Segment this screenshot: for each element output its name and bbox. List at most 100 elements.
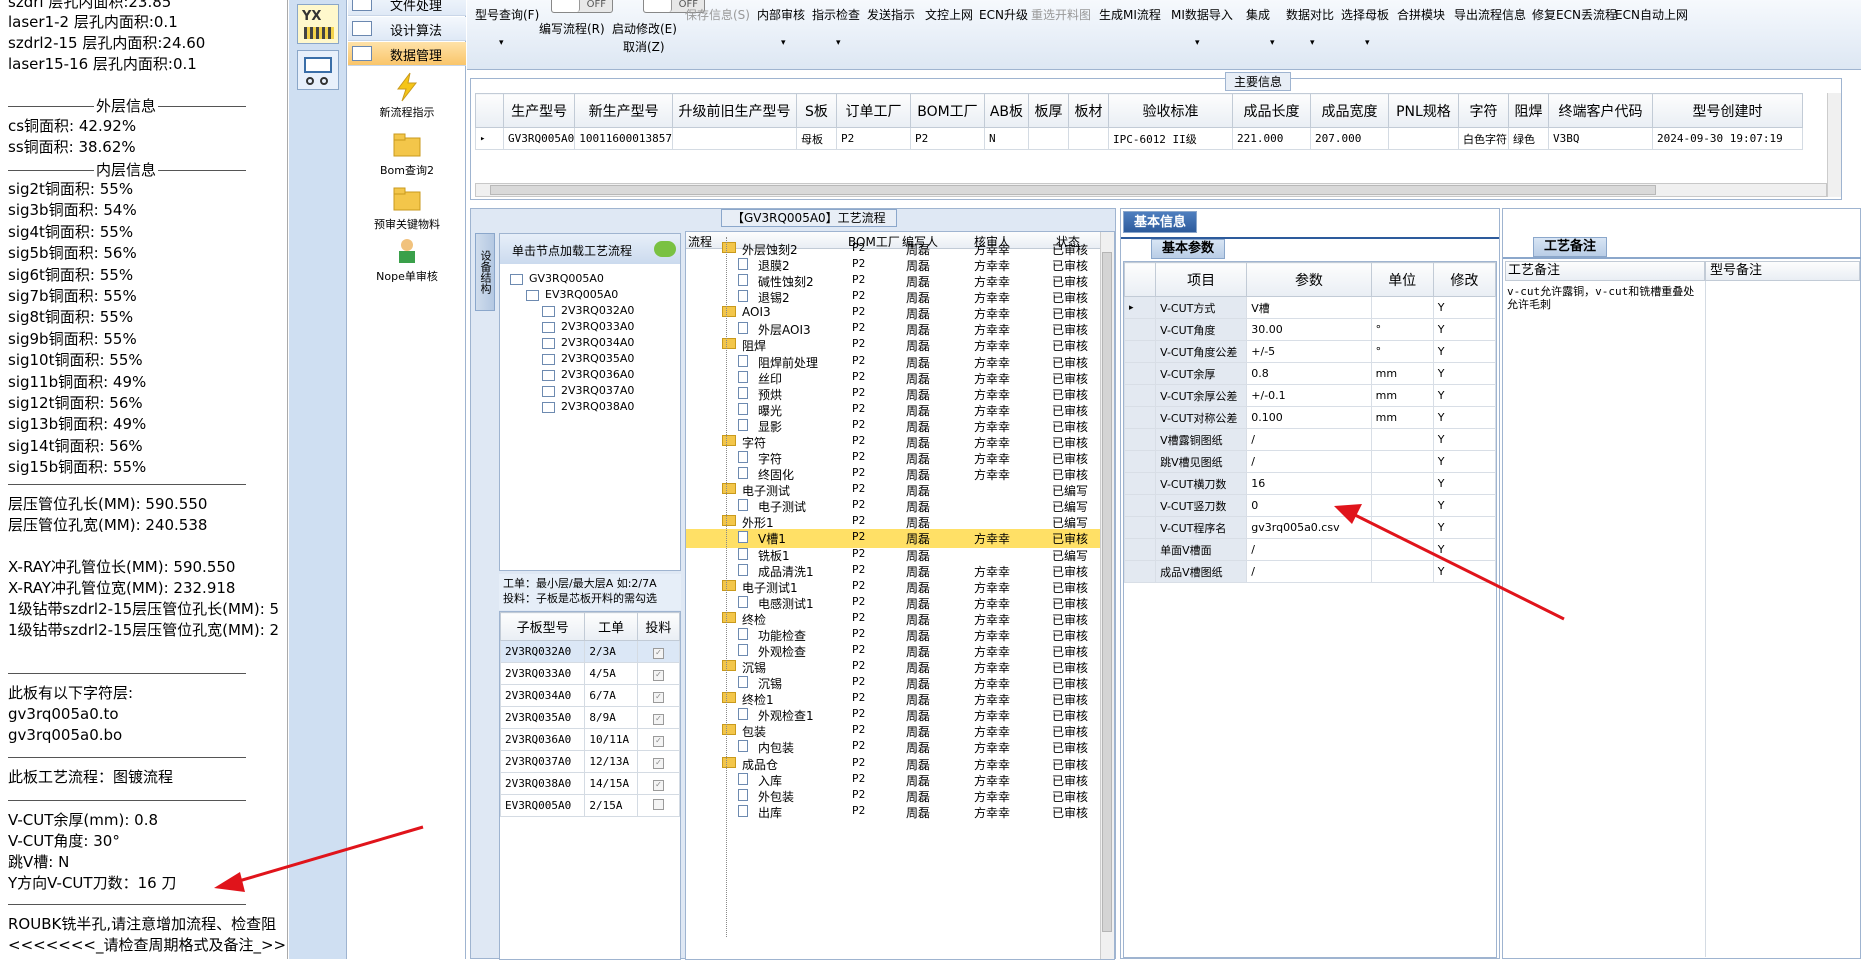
- table-row[interactable]: 2V3RQ036A0 10/11A ✓: [499, 728, 681, 751]
- toolbar-button-9[interactable]: ECN升级: [979, 6, 1028, 23]
- column-header[interactable]: 生产型号: [502, 93, 576, 128]
- column-header[interactable]: 投料: [636, 612, 681, 641]
- column-header[interactable]: 字符: [1457, 93, 1509, 128]
- table-row[interactable]: ▸ GV3RQ005A0 10011600013857 母板 P2 P2 N IPC-6012…: [475, 127, 1803, 150]
- param-unit[interactable]: mm: [1370, 406, 1434, 429]
- dropdown-arrow-icon[interactable]: ▾: [1270, 38, 1275, 48]
- param-value[interactable]: 30.00: [1246, 318, 1372, 341]
- main-info-hscrollbar[interactable]: [475, 183, 1827, 197]
- table-row[interactable]: 2V3RQ035A0 8/9A ✓: [499, 706, 681, 729]
- feed-checkbox[interactable]: ✓: [652, 691, 664, 703]
- sub-board-id[interactable]: 2V3RQ034A0: [499, 684, 586, 707]
- table-cell[interactable]: 绿色: [1507, 127, 1549, 150]
- column-header[interactable]: 成品宽度: [1309, 93, 1389, 128]
- column-header[interactable]: BOM工厂: [909, 93, 985, 128]
- param-editable[interactable]: Y: [1432, 428, 1497, 451]
- param-value[interactable]: /: [1246, 428, 1372, 451]
- table-row[interactable]: 2V3RQ033A0 4/5A ✓: [499, 662, 681, 685]
- tree-node[interactable]: 2V3RQ034A0: [542, 336, 634, 349]
- toolbar-button-19[interactable]: ECN自动上网: [1615, 6, 1688, 23]
- param-unit[interactable]: [1370, 560, 1434, 583]
- param-editable[interactable]: Y: [1432, 384, 1497, 407]
- column-header[interactable]: 板厚: [1027, 93, 1069, 128]
- column-header[interactable]: 阻焊: [1507, 93, 1549, 128]
- tool-user-check[interactable]: Nope单审核: [348, 236, 466, 284]
- nav-item-0[interactable]: 文件处理: [348, 0, 466, 16]
- table-cell[interactable]: [1027, 127, 1069, 150]
- table-cell[interactable]: 10011600013857: [574, 127, 673, 150]
- table-row[interactable]: 跳V槽见图纸 / Y: [1123, 450, 1497, 473]
- tab-basic-info[interactable]: 基本信息: [1123, 211, 1198, 233]
- column-header[interactable]: 验收标准: [1107, 93, 1233, 128]
- tools-module-icon[interactable]: [297, 50, 339, 90]
- table-row[interactable]: 2V3RQ032A0 2/3A ✓: [499, 640, 681, 663]
- param-editable[interactable]: Y: [1432, 340, 1497, 363]
- table-cell[interactable]: P2: [835, 127, 911, 150]
- tool-folder-search[interactable]: Bom查询2: [348, 130, 466, 178]
- table-row[interactable]: ▸ V-CUT方式 V槽 Y: [1123, 296, 1497, 319]
- table-cell[interactable]: P2: [909, 127, 985, 150]
- param-editable[interactable]: Y: [1432, 472, 1497, 495]
- toolbar-button-4[interactable]: 保存信息(S): [685, 6, 750, 23]
- toolbar-button-5[interactable]: 内部审核: [757, 6, 805, 23]
- param-value[interactable]: /: [1246, 538, 1372, 561]
- param-value[interactable]: /: [1246, 560, 1372, 583]
- param-editable[interactable]: Y: [1432, 450, 1497, 473]
- column-header[interactable]: 新生产型号: [574, 93, 673, 128]
- feed-checkbox[interactable]: ✓: [652, 757, 664, 769]
- column-header[interactable]: PNL规格: [1387, 93, 1459, 128]
- sub-board-id[interactable]: 2V3RQ032A0: [499, 640, 586, 663]
- table-row[interactable]: 2V3RQ037A0 12/13A ✓: [499, 750, 681, 773]
- edit-toggle-switch[interactable]: OFF: [551, 0, 613, 13]
- flow-vscrollbar[interactable]: [1100, 232, 1114, 959]
- toolbar-button-15[interactable]: 选择母板: [1341, 6, 1389, 23]
- param-value[interactable]: +/-5: [1246, 340, 1372, 363]
- column-header[interactable]: 单位: [1370, 262, 1434, 297]
- feed-checkbox[interactable]: ✓: [652, 669, 664, 681]
- param-value[interactable]: 16: [1246, 472, 1372, 495]
- param-value[interactable]: +/-0.1: [1246, 384, 1372, 407]
- table-row[interactable]: V-CUT竖刀数 0 Y: [1123, 494, 1497, 517]
- table-row[interactable]: V槽露铜图纸 / Y: [1123, 428, 1497, 451]
- dropdown-arrow-icon[interactable]: ▾: [1195, 38, 1200, 48]
- work-order[interactable]: 6/7A: [584, 684, 638, 707]
- table-cell[interactable]: 白色字符: [1457, 127, 1509, 150]
- table-cell[interactable]: V3BQ: [1547, 127, 1653, 150]
- tool-folder[interactable]: 预审关键物料: [348, 184, 466, 232]
- column-header[interactable]: 终端客户代码: [1547, 93, 1653, 128]
- feed-checkbox[interactable]: ✓: [652, 779, 664, 791]
- column-header[interactable]: 订单工厂: [835, 93, 911, 128]
- tool-lightning[interactable]: 新流程指示: [348, 72, 466, 120]
- param-unit[interactable]: °: [1370, 318, 1434, 341]
- work-order[interactable]: 4/5A: [584, 662, 638, 685]
- table-row[interactable]: V-CUT对称公差 0.100 mm Y: [1123, 406, 1497, 429]
- param-unit[interactable]: mm: [1370, 362, 1434, 385]
- nav-item-2[interactable]: 数据管理: [348, 42, 466, 66]
- table-cell[interactable]: N: [983, 127, 1029, 150]
- tree-node[interactable]: 2V3RQ035A0: [542, 352, 634, 365]
- toolbar-button-17[interactable]: 导出流程信息: [1454, 6, 1526, 23]
- param-value[interactable]: 0.8: [1246, 362, 1372, 385]
- table-cell[interactable]: 母板: [795, 127, 837, 150]
- toolbar-button-18[interactable]: 修复ECN丢流程: [1532, 6, 1617, 23]
- main-info-vscrollbar[interactable]: [1827, 93, 1841, 197]
- work-order[interactable]: 14/15A: [584, 772, 638, 795]
- table-row[interactable]: V-CUT余厚公差 +/-0.1 mm Y: [1123, 384, 1497, 407]
- tree-node[interactable]: 2V3RQ036A0: [542, 368, 634, 381]
- table-row[interactable]: V-CUT角度 30.00 ° Y: [1123, 318, 1497, 341]
- process-remark-text[interactable]: v-cut允许露铜，v-cut和铣槽重叠处允许毛刺: [1507, 285, 1697, 311]
- param-unit[interactable]: mm: [1370, 384, 1434, 407]
- table-row[interactable]: EV3RQ005A0 2/15A: [499, 794, 681, 817]
- feed-checkbox[interactable]: ✓: [652, 647, 664, 659]
- table-row[interactable]: V-CUT余厚 0.8 mm Y: [1123, 362, 1497, 385]
- column-header[interactable]: 成品长度: [1231, 93, 1311, 128]
- tree-node[interactable]: 2V3RQ038A0: [542, 400, 634, 413]
- structure-side-tab[interactable]: 设备结构: [475, 233, 495, 311]
- param-unit[interactable]: [1370, 472, 1434, 495]
- toolbar-button-2[interactable]: 启动修改(E): [612, 20, 677, 37]
- toolbar-button-12[interactable]: MI数据导入: [1171, 6, 1233, 23]
- work-order[interactable]: 2/3A: [584, 640, 638, 663]
- param-value[interactable]: 0.100: [1246, 406, 1372, 429]
- param-editable[interactable]: Y: [1432, 296, 1497, 319]
- dropdown-arrow-icon[interactable]: ▾: [499, 38, 504, 48]
